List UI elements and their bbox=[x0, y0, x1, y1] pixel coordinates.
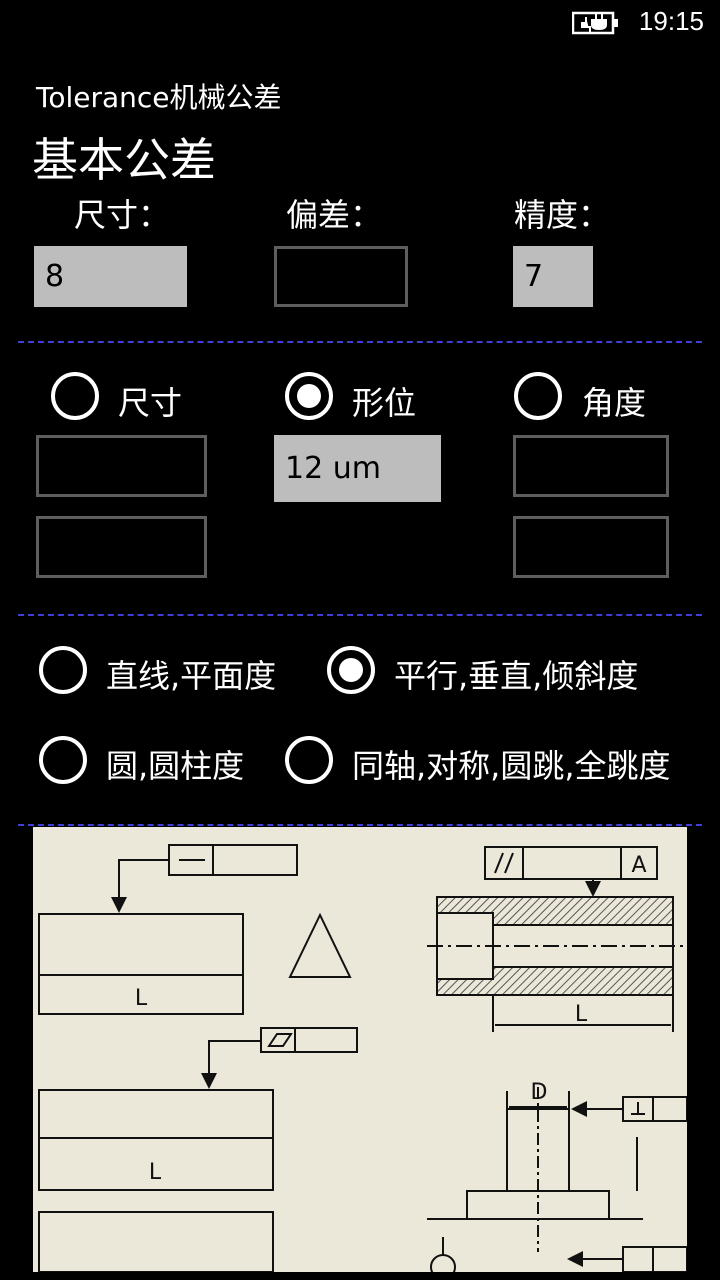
length-letter: L bbox=[575, 1002, 588, 1027]
radio-circularity-cylindricity-label: 圆,圆柱度 bbox=[106, 747, 245, 785]
size-label: 尺寸： bbox=[74, 196, 171, 234]
radio-form-position[interactable] bbox=[285, 372, 333, 420]
radio-straightness-flatness-label: 直线,平面度 bbox=[106, 657, 277, 695]
battery-charging-icon bbox=[572, 11, 618, 35]
radio-parallel-perpendicular-angularity[interactable] bbox=[327, 646, 375, 694]
radio-size-label: 尺寸 bbox=[118, 384, 183, 422]
divider bbox=[18, 614, 702, 616]
angle-upper-field[interactable] bbox=[513, 435, 669, 497]
deviation-label: 偏差： bbox=[286, 196, 383, 234]
precision-label: 精度： bbox=[514, 196, 611, 234]
radio-selected-dot bbox=[339, 658, 363, 682]
radio-circularity-cylindricity[interactable] bbox=[39, 736, 87, 784]
form-tolerance-result[interactable]: 12 um bbox=[274, 435, 441, 502]
size-upper-field[interactable] bbox=[36, 435, 207, 497]
status-clock: 19:15 bbox=[638, 6, 704, 36]
page-title: 基本公差 bbox=[32, 133, 216, 187]
diameter-letter: D bbox=[531, 1080, 548, 1105]
size-lower-field[interactable] bbox=[36, 516, 207, 578]
radio-size[interactable] bbox=[51, 372, 99, 420]
radio-coaxial-symmetry-runout-label: 同轴,对称,圆跳,全跳度 bbox=[352, 747, 671, 785]
angle-lower-field[interactable] bbox=[513, 516, 669, 578]
datum-letter: A bbox=[631, 853, 646, 878]
radio-selected-dot bbox=[297, 384, 321, 408]
radio-coaxial-symmetry-runout[interactable] bbox=[285, 736, 333, 784]
divider bbox=[18, 824, 702, 826]
length-letter: L bbox=[149, 1160, 162, 1185]
radio-angle[interactable] bbox=[514, 372, 562, 420]
deviation-input[interactable] bbox=[274, 246, 408, 307]
app-title: Tolerance机械公差 bbox=[36, 81, 282, 114]
length-letter: L bbox=[135, 986, 148, 1011]
precision-input[interactable]: 7 bbox=[513, 246, 593, 307]
radio-form-position-label: 形位 bbox=[352, 384, 417, 422]
gdt-drawing-illustration: L L L A D bbox=[33, 827, 687, 1272]
size-input[interactable]: 8 bbox=[34, 246, 187, 307]
radio-parallel-perpendicular-angularity-label: 平行,垂直,倾斜度 bbox=[394, 657, 639, 695]
radio-angle-label: 角度 bbox=[582, 384, 647, 422]
radio-straightness-flatness[interactable] bbox=[39, 646, 87, 694]
divider bbox=[18, 341, 702, 343]
